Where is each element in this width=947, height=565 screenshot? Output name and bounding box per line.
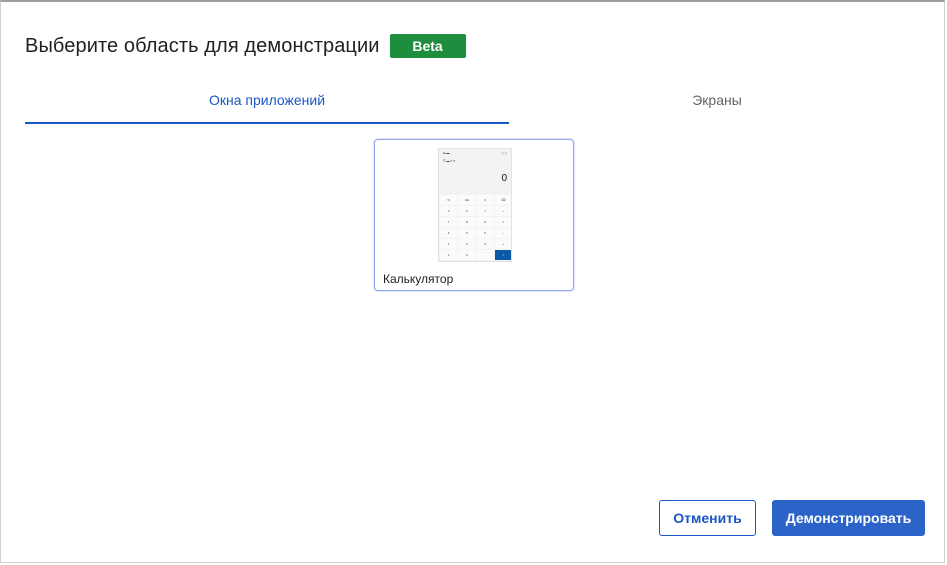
dialog-title: Выберите область для демонстрации <box>25 34 380 57</box>
cancel-button[interactable]: Отменить <box>659 500 756 536</box>
source-tabs: Окна приложений Экраны <box>25 84 925 124</box>
share-button[interactable]: Демонстрировать <box>772 500 925 536</box>
share-screen-dialog: Выберите область для демонстрации Beta О… <box>0 0 945 563</box>
dialog-header: Выберите область для демонстрации Beta <box>25 34 466 58</box>
window-card-calculator[interactable]: ⊞ ▬ ▢ × ☰ ▬ ▾ ↺ 0 · · · · · · % CE C ⌫ ⅟ x² √ ÷ 789… <box>374 139 574 291</box>
window-card-label: Калькулятор <box>383 272 454 286</box>
calculator-thumbnail: ⊞ ▬ ▢ × ☰ ▬ ▾ ↺ 0 · · · · · · % CE C ⌫ ⅟ x² √ ÷ 789… <box>438 148 512 262</box>
tab-app-windows[interactable]: Окна приложений <box>25 84 509 124</box>
beta-badge: Beta <box>389 34 466 58</box>
tab-screens[interactable]: Экраны <box>509 84 925 124</box>
